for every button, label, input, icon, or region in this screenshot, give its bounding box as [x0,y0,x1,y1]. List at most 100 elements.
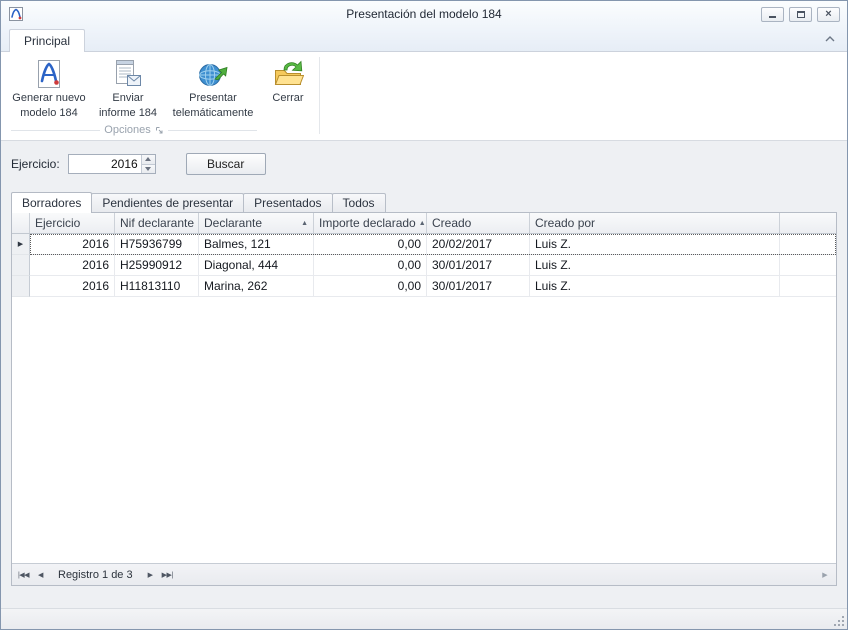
header-filler-cell [780,213,836,233]
column-header-ejercicio[interactable]: Ejercicio [30,213,115,233]
tab-borradores[interactable]: Borradores [11,192,92,213]
group-caption-label: Opciones [104,124,150,136]
column-header-creado[interactable]: Creado [427,213,530,233]
row-indicator [12,276,30,297]
form-content: Ejercicio: Buscar Borradores Pendientes … [1,153,847,586]
grid-empty-area [12,297,836,563]
next-record-button[interactable]: ▶ [142,567,159,583]
column-header-nif-declarante[interactable]: Nif declarante [115,213,199,233]
row-indicator: ▶ [12,234,30,255]
horizontal-scrollbar-track[interactable] [176,564,817,585]
first-record-button[interactable]: |◀◀ [15,567,32,583]
cell-creado-por[interactable]: Luis Z. [530,276,780,297]
buscar-button[interactable]: Buscar [186,153,266,175]
caption-line [168,130,257,131]
spin-up-icon [145,157,151,161]
titlebar[interactable]: Presentación del modelo 184 × [1,1,847,27]
cell-nif-declarante[interactable]: H11813110 [115,276,199,297]
cell-filler [780,255,836,276]
ejercicio-input[interactable] [69,155,141,173]
presentar-telematicamente-button[interactable]: Presentar telemáticamente [167,55,259,120]
tab-presentados[interactable]: Presentados [243,193,332,212]
cell-ejercicio[interactable]: 2016 [30,255,115,276]
header-indicator-cell [12,213,30,233]
cell-filler [780,276,836,297]
previous-record-button[interactable]: ◀ [32,567,49,583]
cell-declarante[interactable]: Diagonal, 444 [199,255,314,276]
button-label: modelo 184 [20,107,78,120]
new-model-document-icon [33,58,65,90]
tab-pendientes-de-presentar[interactable]: Pendientes de presentar [91,193,244,212]
chevron-up-icon [825,36,835,42]
scroll-right-button[interactable]: ▶ [817,571,833,579]
last-record-button[interactable]: ▶▶| [159,567,176,583]
cell-importe-declarado[interactable]: 0,00 [314,276,427,297]
header-label: Importe declarado [319,216,416,230]
ribbon: Generar nuevo modelo 184 Enviar [1,52,847,141]
app-window: Presentación del modelo 184 × Principal [0,0,848,630]
spin-down-button[interactable] [142,164,155,174]
cell-declarante[interactable]: Marina, 262 [199,276,314,297]
maximize-icon [797,11,805,18]
filter-row: Ejercicio: Buscar [11,153,837,175]
ejercicio-spinedit[interactable] [68,154,156,174]
view-tabs: Borradores Pendientes de presentar Prese… [11,191,837,212]
cell-creado[interactable]: 30/01/2017 [427,255,530,276]
ribbon-tab-principal[interactable]: Principal [9,29,85,52]
close-icon: × [825,9,831,20]
grid-row-3[interactable]: 2016 H11813110 Marina, 262 0,00 30/01/20… [12,276,836,297]
row-cells: 2016 H25990912 Diagonal, 444 0,00 30/01/… [30,255,836,276]
button-label: telemáticamente [173,107,254,120]
close-button[interactable]: × [817,7,840,22]
window-controls: × [761,7,840,22]
spin-up-button[interactable] [142,155,155,164]
window-chrome: Presentación del modelo 184 × Principal [1,1,847,52]
cell-importe-declarado[interactable]: 0,00 [314,255,427,276]
resize-grip[interactable] [833,615,845,627]
column-header-creado-por[interactable]: Creado por [530,213,780,233]
tab-todos[interactable]: Todos [332,193,386,212]
ribbon-group-caption: Opciones [7,123,261,140]
header-label: Nif declarante [120,216,194,230]
ribbon-group-opciones: Generar nuevo modelo 184 Enviar [7,55,261,140]
sort-asc-icon: ▲ [298,220,308,227]
cell-nif-declarante[interactable]: H25990912 [115,255,199,276]
focused-row-icon: ▶ [18,240,23,248]
grip-dots-icon [833,615,845,627]
header-label: Declarante [204,216,262,230]
ribbon-group-separator [319,57,320,134]
row-cells: 2016 H75936799 Balmes, 121 0,00 20/02/20… [30,234,836,255]
cell-nif-declarante[interactable]: H75936799 [115,234,199,255]
cell-importe-declarado[interactable]: 0,00 [314,234,427,255]
header-label: Creado por [535,216,595,230]
collapse-ribbon-button[interactable] [821,33,839,45]
caption-line [11,130,100,131]
cell-declarante[interactable]: Balmes, 121 [199,234,314,255]
generar-nuevo-modelo-button[interactable]: Generar nuevo modelo 184 [9,55,89,120]
minimize-icon [769,16,776,18]
ejercicio-label: Ejercicio: [11,157,60,171]
minimize-button[interactable] [761,7,784,22]
status-bar [1,608,847,629]
grid-row-1[interactable]: ▶ 2016 H75936799 Balmes, 121 0,00 20/02/… [12,234,836,255]
cell-creado[interactable]: 20/02/2017 [427,234,530,255]
cell-ejercicio[interactable]: 2016 [30,234,115,255]
grid-row-2[interactable]: 2016 H25990912 Diagonal, 444 0,00 30/01/… [12,255,836,276]
column-header-importe-declarado[interactable]: Importe declarado▲ [314,213,427,233]
row-indicator [12,255,30,276]
record-count-label: Registro 1 de 3 [58,569,133,581]
maximize-button[interactable] [789,7,812,22]
cell-creado-por[interactable]: Luis Z. [530,255,780,276]
button-label: Generar nuevo [12,92,85,105]
cell-creado[interactable]: 30/01/2017 [427,276,530,297]
cerrar-button[interactable]: Cerrar [263,55,313,107]
cell-creado-por[interactable]: Luis Z. [530,234,780,255]
ribbon-group-cerrar: Cerrar [261,55,315,140]
cell-ejercicio[interactable]: 2016 [30,276,115,297]
enviar-informe-button[interactable]: Enviar informe 184 [93,55,163,120]
record-navigator: |◀◀ ◀ Registro 1 de 3 ▶ ▶▶| ▶ [12,563,836,585]
ribbon-tab-row: Principal [1,27,847,52]
column-header-declarante[interactable]: Declarante ▲ [199,213,314,233]
button-label: Presentar [189,92,237,105]
cell-filler [780,234,836,255]
